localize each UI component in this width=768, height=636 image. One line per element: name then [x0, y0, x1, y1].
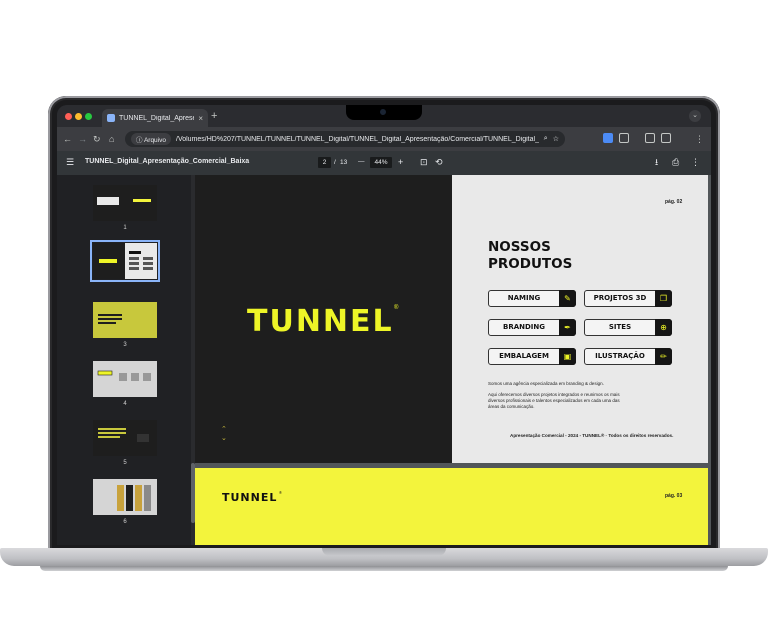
product-sites: SITES ⊕: [584, 319, 672, 336]
product-embalagem: EMBALAGEM ▣: [488, 348, 576, 365]
product-label: ILUSTRAÇÃO: [595, 352, 645, 360]
page-separator: /: [334, 159, 336, 166]
package-icon: ▣: [559, 348, 576, 365]
reading-list-icon[interactable]: [645, 133, 655, 143]
product-ilustracao: ILUSTRAÇÃO ✏: [584, 348, 672, 365]
slide-3-page-label: pág. 03: [665, 493, 683, 499]
url-text[interactable]: /Volumes/HD%207/TUNNEL/TUNNEL/TUNNEL_Dig…: [176, 136, 539, 143]
thumbnail-3-image: [93, 302, 157, 338]
tab-search-button[interactable]: ⌄: [689, 110, 701, 122]
slide-2-footer: Apresentação Comercial - 2024 - TUNNEL® …: [510, 433, 674, 438]
laptop-screen: TUNNEL_Digital_Apresentação_C × + ⌄ ← → …: [57, 105, 711, 545]
home-icon[interactable]: ⌂: [109, 133, 114, 145]
rotate-icon[interactable]: ⟲: [435, 157, 443, 168]
side-panel-icon[interactable]: [661, 133, 671, 143]
products-heading: NOSSOS PRODUTOS: [488, 239, 618, 273]
chevron-down-icon: ⌄: [221, 435, 227, 442]
product-label: NAMING: [507, 294, 541, 302]
thumbnail-page-3[interactable]: [93, 302, 157, 338]
slide-3: TUNNEL ® pág. 03: [195, 468, 708, 545]
thumbnail-5-image: [93, 420, 157, 456]
tab-close-icon[interactable]: ×: [198, 114, 203, 123]
thumbnail-2-image: [93, 243, 157, 279]
slide-3-logo: TUNNEL: [222, 491, 278, 504]
print-icon[interactable]: ⎙: [672, 157, 679, 168]
forward-arrow-icon[interactable]: →: [78, 133, 87, 145]
laptop-base-foot: [40, 566, 728, 571]
pencil-icon: ✏: [655, 348, 672, 365]
slide-2-right-panel: pág. 02 NOSSOS PRODUTOS NAMING ✎ PROJETO…: [452, 175, 708, 463]
pdf-more-icon[interactable]: ⋮: [691, 157, 700, 168]
thumbnail-label-4: 4: [123, 401, 127, 407]
product-branding: BRANDING ✒: [488, 319, 576, 336]
product-label: BRANDING: [502, 323, 546, 331]
window-close-button[interactable]: [65, 113, 72, 120]
page-number-input[interactable]: 2: [318, 157, 331, 168]
pdf-toolbar: ☰ TUNNEL_Digital_Apresentação_Comercial_…: [57, 151, 711, 175]
thumbnail-sidebar: 1 3 4 5 6: [57, 175, 195, 545]
translate-extension-icon[interactable]: [603, 133, 613, 143]
thumbnail-page-2[interactable]: [90, 240, 160, 282]
pdf-favicon-icon: [107, 114, 115, 122]
address-bar[interactable]: ⓘ Arquivo /Volumes/HD%207/TUNNEL/TUNNEL/…: [125, 131, 565, 147]
thumbnail-4-image: [93, 361, 157, 397]
total-pages: 13: [340, 159, 348, 166]
pdf-menu-icon[interactable]: ☰: [66, 157, 74, 168]
bookmark-star-icon[interactable]: ☆: [553, 135, 559, 143]
heading-line-1: NOSSOS: [488, 239, 551, 255]
slide-2-page-label: pág. 02: [665, 199, 683, 205]
zoom-in-button[interactable]: +: [398, 157, 403, 168]
chevron-up-icon: ⌃: [221, 426, 227, 433]
globe-icon: ⊕: [655, 319, 672, 336]
slide-3-registered-mark: ®: [279, 490, 282, 495]
browser-menu-icon[interactable]: ⋮: [695, 133, 704, 145]
pdf-document-title: TUNNEL_Digital_Apresentação_Comercial_Ba…: [85, 158, 250, 165]
tab-title: TUNNEL_Digital_Apresentação_C: [119, 114, 195, 122]
thumbnail-label-3: 3: [123, 342, 127, 348]
window-minimize-button[interactable]: [75, 113, 82, 120]
registered-mark: ®: [394, 305, 399, 311]
zoom-level-input[interactable]: 44%: [370, 157, 392, 168]
product-label: EMBALAGEM: [499, 352, 549, 360]
heading-line-2: PRODUTOS: [488, 256, 573, 272]
thumbnail-label-5: 5: [123, 460, 127, 466]
window-zoom-button[interactable]: [85, 113, 92, 120]
zoom-out-button[interactable]: —: [358, 158, 365, 165]
agency-description: Somos uma agência especializada em brand…: [488, 381, 604, 386]
naming-icon: ✎: [559, 290, 576, 307]
thumbnail-page-5[interactable]: [93, 420, 157, 456]
product-label: SITES: [608, 323, 632, 331]
zoom-icon[interactable]: ⌕: [544, 135, 548, 143]
laptop-opening-notch: [322, 548, 446, 556]
product-projetos-3d: PROJETOS 3D ❐: [584, 290, 672, 307]
thumbnail-label-6: 6: [123, 519, 127, 525]
services-description: Aqui oferecemos diversos projetos integr…: [488, 392, 620, 409]
thumbnail-page-1[interactable]: [93, 185, 157, 221]
download-icon[interactable]: ⭳: [655, 157, 658, 168]
cube-icon: ❐: [655, 290, 672, 307]
new-tab-button[interactable]: +: [211, 110, 217, 122]
pen-nib-icon: ✒: [559, 319, 576, 336]
product-label: PROJETOS 3D: [593, 294, 647, 302]
extensions-puzzle-icon[interactable]: [619, 133, 629, 143]
reload-icon[interactable]: ↻: [93, 133, 101, 145]
browser-toolbar: ← → ↻ ⌂ ⓘ Arquivo /Volumes/HD%207/TUNNEL…: [57, 127, 711, 151]
file-info-chip[interactable]: ⓘ Arquivo: [131, 133, 171, 145]
tunnel-logo: TUNNEL: [247, 304, 394, 339]
product-naming: NAMING ✎: [488, 290, 576, 307]
fit-to-page-icon[interactable]: ⊡: [420, 157, 428, 168]
thumbnail-label-1: 1: [123, 225, 127, 231]
back-arrow-icon[interactable]: ←: [63, 133, 72, 145]
slide-2-left-panel: TUNNEL ® ⌃ ⌄: [195, 175, 452, 463]
thumbnail-1-image: [93, 185, 157, 221]
thumbnail-page-4[interactable]: [93, 361, 157, 397]
pdf-canvas: TUNNEL ® ⌃ ⌄ pág. 02 NOSSOS PRODUTOS NAM…: [195, 175, 711, 545]
thumbnail-6-image: [93, 479, 157, 515]
camera-icon: [380, 109, 386, 115]
thumbnail-page-6[interactable]: [93, 479, 157, 515]
browser-tab-active[interactable]: TUNNEL_Digital_Apresentação_C ×: [102, 109, 208, 127]
